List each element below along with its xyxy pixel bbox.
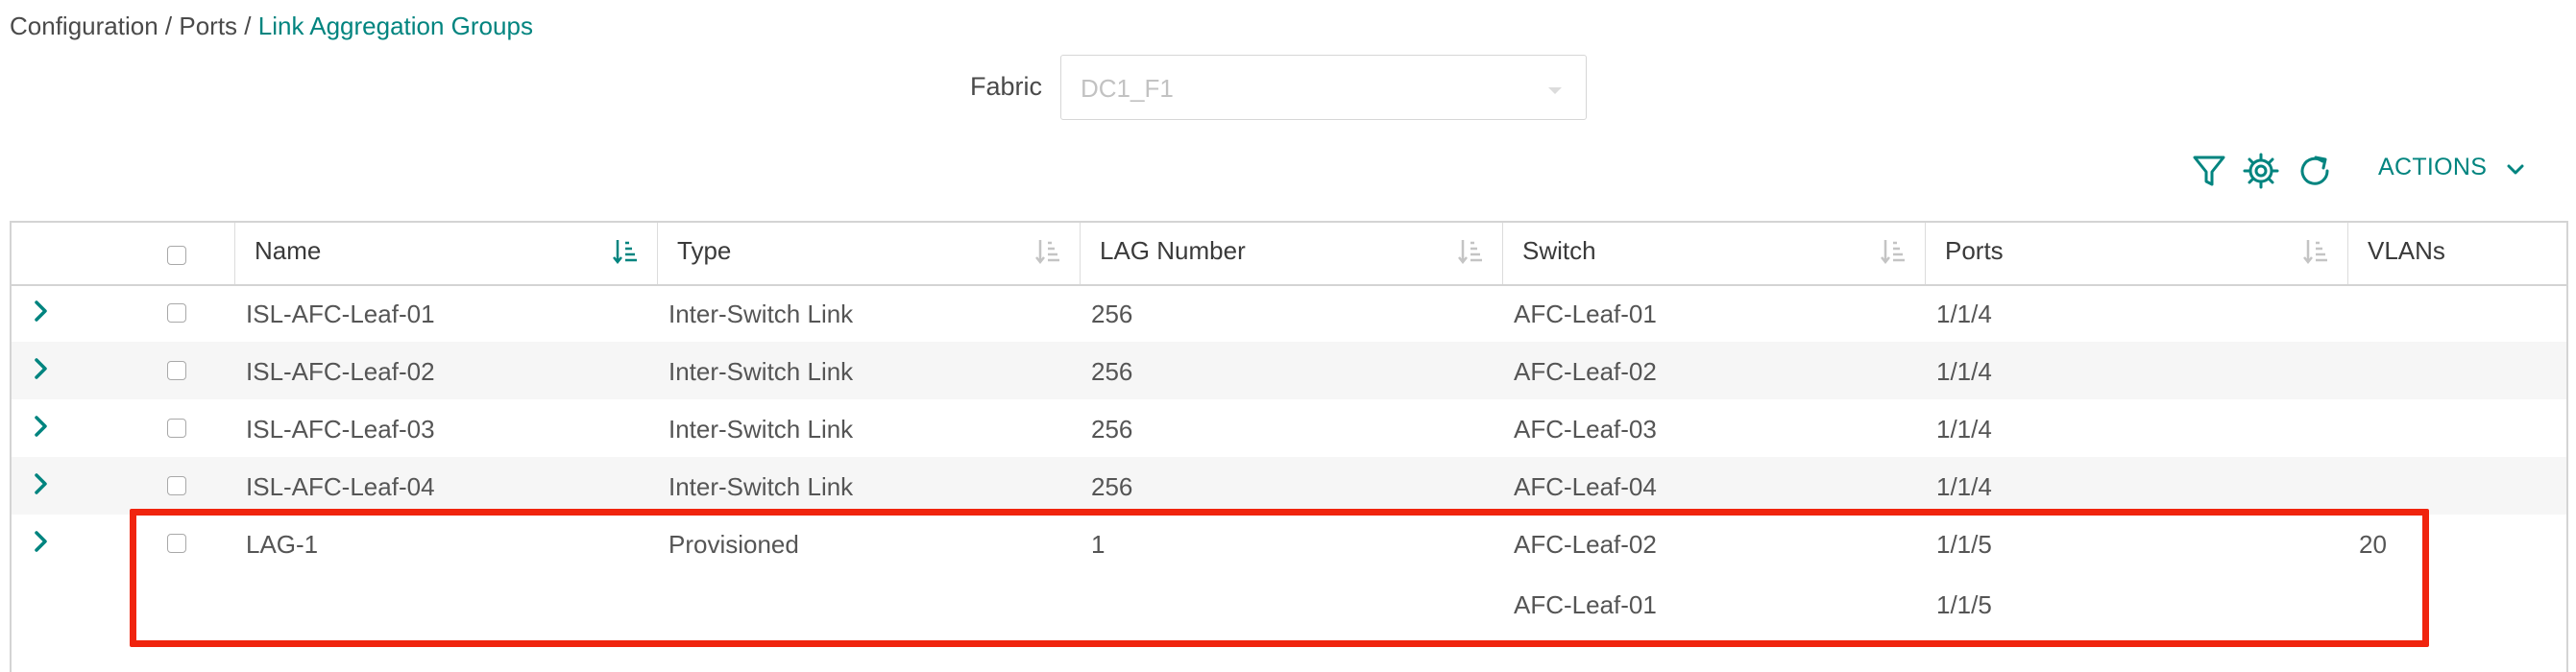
filter-icon[interactable] bbox=[2190, 152, 2228, 190]
row-checkbox[interactable] bbox=[167, 361, 186, 380]
cell-name: ISL-AFC-Leaf-04 bbox=[246, 472, 435, 501]
header-ports[interactable]: Ports bbox=[1925, 223, 2347, 284]
breadcrumb-ports[interactable]: Ports bbox=[179, 12, 237, 40]
cell-lag-number: 256 bbox=[1091, 300, 1133, 328]
select-all-checkbox[interactable] bbox=[167, 246, 186, 265]
sort-icon[interactable] bbox=[1881, 238, 1906, 272]
header-lag-number-label: LAG Number bbox=[1100, 236, 1246, 265]
header-select-col bbox=[133, 223, 234, 284]
header-switch[interactable]: Switch bbox=[1502, 223, 1925, 284]
cell-type: Inter-Switch Link bbox=[668, 472, 854, 501]
header-type[interactable]: Type bbox=[657, 223, 1080, 284]
header-lag-number[interactable]: LAG Number bbox=[1080, 223, 1502, 284]
header-type-label: Type bbox=[677, 236, 732, 265]
fabric-select-value: DC1_F1 bbox=[1081, 74, 1174, 103]
cell-lag-number: 256 bbox=[1091, 472, 1133, 501]
cell-switch: AFC-Leaf-02 bbox=[1514, 357, 1657, 386]
cell-name: ISL-AFC-Leaf-03 bbox=[246, 415, 435, 444]
fabric-label: Fabric bbox=[970, 72, 1043, 101]
cell-name: ISL-AFC-Leaf-02 bbox=[246, 357, 435, 386]
cell-ports: 1/1/4 bbox=[1936, 300, 1992, 328]
chevron-right-icon[interactable] bbox=[33, 415, 50, 443]
breadcrumb-configuration[interactable]: Configuration bbox=[10, 12, 158, 40]
header-vlans-label: VLANs bbox=[2368, 236, 2445, 265]
caret-down-icon bbox=[1547, 84, 1563, 101]
cell-type: Inter-Switch Link bbox=[668, 415, 854, 444]
table-row[interactable]: ISL-AFC-Leaf-01 Inter-Switch Link 256 AF… bbox=[12, 284, 2566, 342]
cell-ports: 1/1/4 bbox=[1936, 472, 1992, 501]
cell-type: Inter-Switch Link bbox=[668, 357, 854, 386]
chevron-right-icon[interactable] bbox=[33, 472, 50, 500]
fabric-select[interactable]: DC1_F1 bbox=[1060, 55, 1587, 120]
chevron-down-icon bbox=[2507, 155, 2524, 182]
chevron-right-icon[interactable] bbox=[33, 357, 50, 385]
cell-ports: 1/1/4 bbox=[1936, 357, 1992, 386]
header-vlans[interactable]: VLANs bbox=[2347, 223, 2566, 284]
cell-type: Inter-Switch Link bbox=[668, 300, 854, 328]
chevron-right-icon[interactable] bbox=[33, 530, 50, 558]
actions-label: ACTIONS bbox=[2378, 154, 2488, 180]
breadcrumb: Configuration / Ports / Link Aggregation… bbox=[10, 12, 533, 41]
breadcrumb-separator: / bbox=[244, 12, 252, 40]
actions-dropdown-button[interactable]: ACTIONS bbox=[2378, 154, 2524, 182]
sort-icon[interactable] bbox=[1458, 238, 1483, 272]
chevron-right-icon[interactable] bbox=[33, 300, 50, 327]
table-row[interactable]: ISL-AFC-Leaf-04 Inter-Switch Link 256 AF… bbox=[12, 457, 2566, 515]
cell-lag-number: 256 bbox=[1091, 357, 1133, 386]
cell-lag-number: 256 bbox=[1091, 415, 1133, 444]
header-ports-label: Ports bbox=[1945, 236, 2004, 265]
cell-ports: 1/1/4 bbox=[1936, 415, 1992, 444]
table-header: Name Type LAG Number Switch Ports VLANs bbox=[12, 223, 2566, 286]
header-expander-col bbox=[12, 223, 133, 284]
cell-switch: AFC-Leaf-03 bbox=[1514, 415, 1657, 444]
cell-switch: AFC-Leaf-04 bbox=[1514, 472, 1657, 501]
row-checkbox[interactable] bbox=[167, 419, 186, 438]
breadcrumb-separator: / bbox=[164, 12, 173, 40]
table-row[interactable]: ISL-AFC-Leaf-02 Inter-Switch Link 256 AF… bbox=[12, 342, 2566, 399]
header-name-label: Name bbox=[255, 236, 322, 265]
refresh-icon[interactable] bbox=[2296, 152, 2334, 190]
sort-icon[interactable] bbox=[1035, 238, 1060, 272]
sort-icon[interactable] bbox=[2303, 238, 2328, 272]
row-checkbox[interactable] bbox=[167, 476, 186, 495]
highlight-box bbox=[130, 509, 2429, 647]
header-switch-label: Switch bbox=[1522, 236, 1596, 265]
breadcrumb-current[interactable]: Link Aggregation Groups bbox=[258, 12, 533, 40]
sort-active-icon[interactable] bbox=[613, 238, 638, 272]
row-checkbox[interactable] bbox=[167, 303, 186, 323]
settings-gear-icon[interactable] bbox=[2242, 152, 2280, 190]
cell-switch: AFC-Leaf-01 bbox=[1514, 300, 1657, 328]
header-name[interactable]: Name bbox=[234, 223, 657, 284]
cell-name: ISL-AFC-Leaf-01 bbox=[246, 300, 435, 328]
table-row[interactable]: ISL-AFC-Leaf-03 Inter-Switch Link 256 AF… bbox=[12, 399, 2566, 457]
